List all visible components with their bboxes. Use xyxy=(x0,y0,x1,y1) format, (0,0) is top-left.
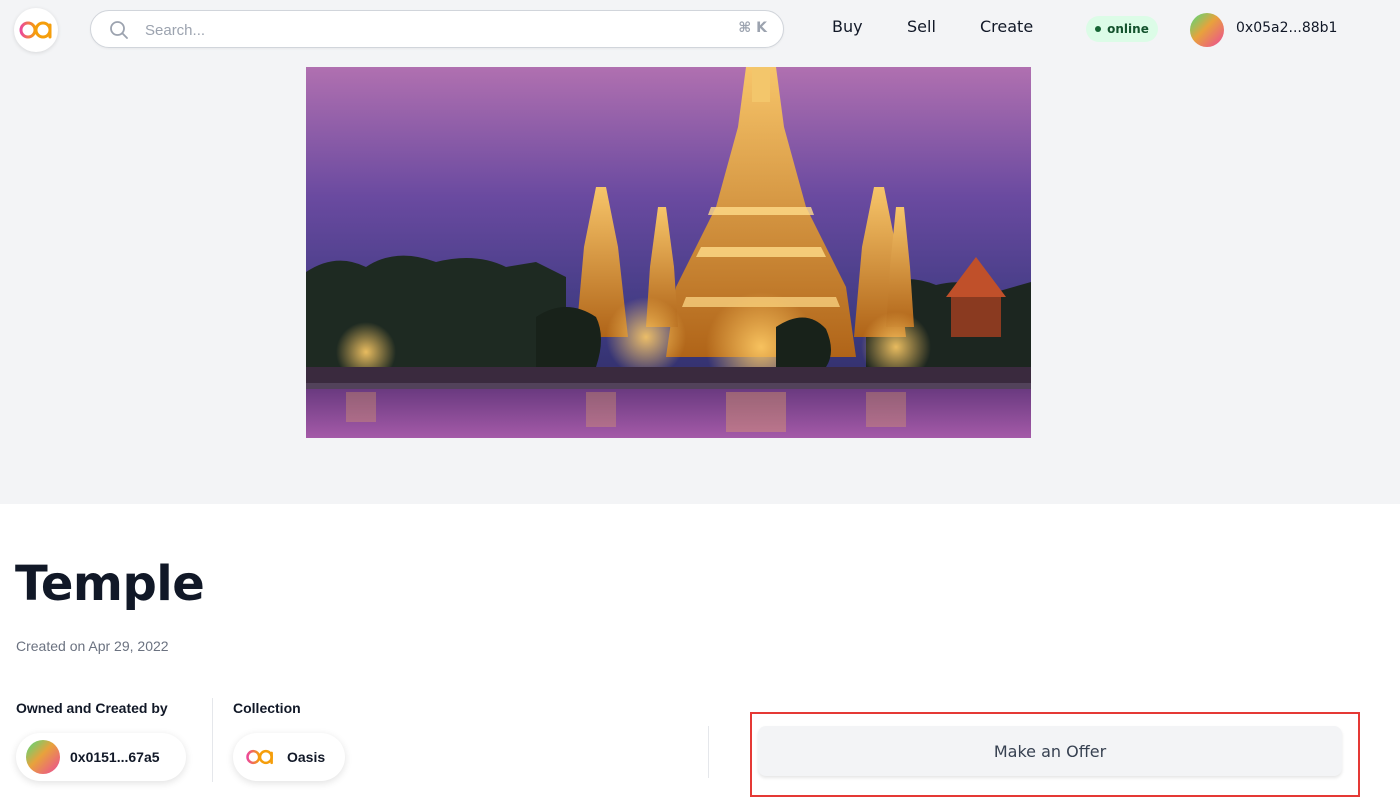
action-divider xyxy=(708,726,709,778)
search-input[interactable] xyxy=(143,18,707,42)
account-avatar[interactable] xyxy=(1190,13,1224,47)
online-dot-icon xyxy=(1095,26,1102,32)
logo[interactable] xyxy=(14,8,58,52)
section-divider xyxy=(212,698,213,782)
nav-sell[interactable]: Sell xyxy=(907,17,936,36)
collection-section-label: Collection xyxy=(233,700,301,716)
owner-avatar xyxy=(26,740,60,774)
status-badge: online xyxy=(1086,16,1158,42)
search-icon xyxy=(110,21,128,39)
collection-pill[interactable]: Oasis xyxy=(233,733,345,781)
created-date: Created on Apr 29, 2022 xyxy=(16,638,169,654)
status-text: online xyxy=(1107,22,1149,36)
owner-pill[interactable]: 0x0151...67a5 xyxy=(16,733,186,781)
account-address[interactable]: 0x05a2...88b1 xyxy=(1236,20,1337,36)
nft-artwork-image xyxy=(306,67,1031,438)
oasis-logo-icon xyxy=(19,21,52,39)
search-bar[interactable]: ⌘ K xyxy=(90,10,784,48)
oasis-collection-icon xyxy=(246,749,273,765)
nft-title: Temple xyxy=(15,556,205,612)
collection-name: Oasis xyxy=(287,749,326,765)
nav-create[interactable]: Create xyxy=(980,17,1033,36)
make-offer-button[interactable]: Make an Offer xyxy=(758,726,1342,776)
nav-buy[interactable]: Buy xyxy=(832,17,863,36)
owner-address: 0x0151...67a5 xyxy=(70,749,160,765)
owner-section-label: Owned and Created by xyxy=(16,700,168,716)
search-shortcut-hint: ⌘ K xyxy=(738,20,767,36)
